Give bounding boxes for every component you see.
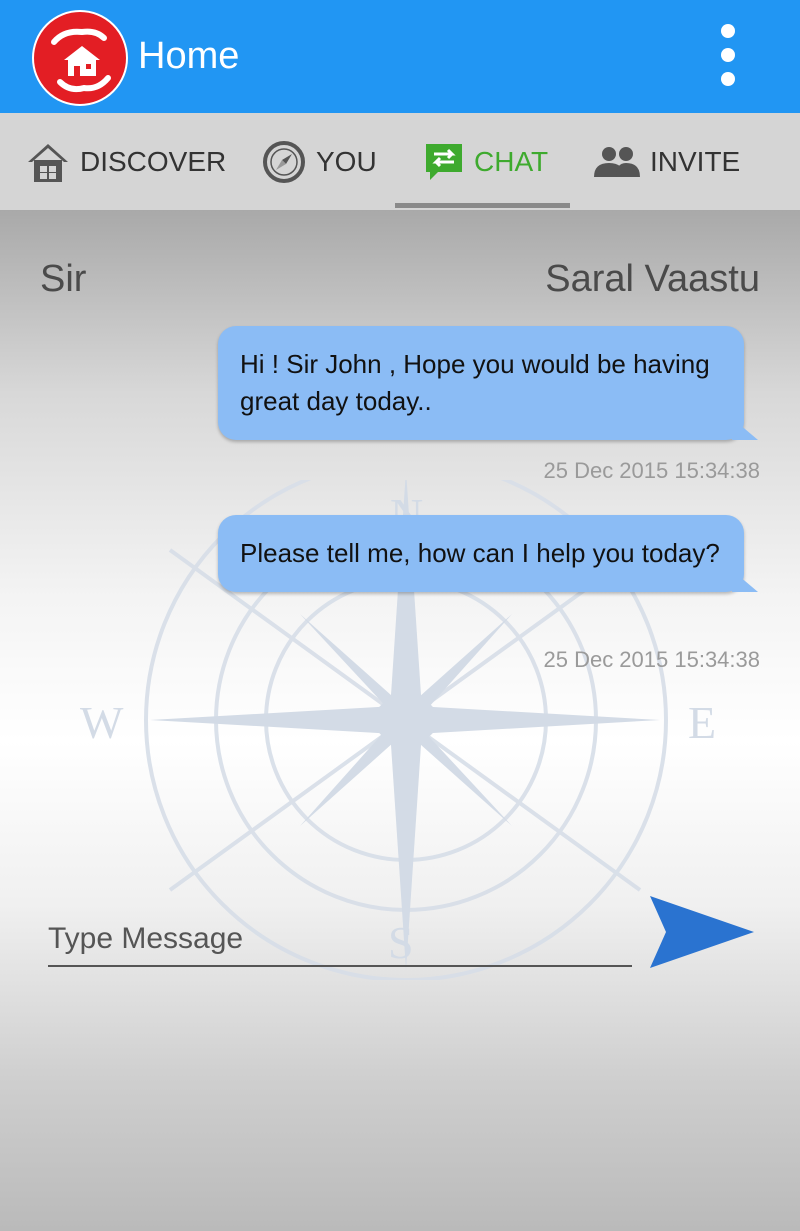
message-input[interactable] xyxy=(48,915,632,963)
message-bubble: Please tell me, how can I help you today… xyxy=(218,515,758,592)
tab-bar: DISCOVER YOU CHAT INVITE xyxy=(0,113,800,211)
tab-invite[interactable]: INVITE xyxy=(594,113,740,210)
people-icon xyxy=(594,146,640,177)
tab-chat[interactable]: CHAT xyxy=(424,113,548,210)
compass-icon xyxy=(263,140,305,183)
chat-swap-icon xyxy=(426,143,462,180)
app-logo-icon[interactable] xyxy=(32,10,128,106)
svg-text:W: W xyxy=(80,697,124,748)
recipient-name: Sir xyxy=(40,258,87,300)
page-title: Home xyxy=(138,35,240,77)
message-text: Hi ! Sir John , Hope you would be having… xyxy=(240,349,710,416)
send-button[interactable] xyxy=(648,892,756,972)
tab-you[interactable]: YOU xyxy=(262,113,377,210)
tab-label: YOU xyxy=(316,145,377,177)
sender-name: Saral Vaastu xyxy=(545,258,760,300)
message-text: Please tell me, how can I help you today… xyxy=(240,538,720,568)
tab-discover[interactable]: DISCOVER xyxy=(26,113,226,210)
message-input-container xyxy=(48,915,632,967)
message-timestamp: 25 Dec 2015 15:34:38 xyxy=(543,647,760,672)
app-bar: Home xyxy=(0,0,800,113)
tab-label: CHAT xyxy=(474,145,549,177)
house-icon xyxy=(28,143,68,182)
tab-label: DISCOVER xyxy=(80,145,227,177)
tab-label: INVITE xyxy=(650,145,741,177)
overflow-menu-icon[interactable] xyxy=(708,20,748,96)
message-bubble: Hi ! Sir John , Hope you would be having… xyxy=(218,326,758,440)
message-timestamp: 25 Dec 2015 15:34:38 xyxy=(543,458,760,483)
svg-text:E: E xyxy=(688,697,716,748)
send-arrow-icon xyxy=(650,896,754,968)
chat-area[interactable]: N S W E Sir Saral Vaastu Hi ! Sir John ,… xyxy=(0,210,800,1231)
tab-indicator xyxy=(395,203,570,208)
